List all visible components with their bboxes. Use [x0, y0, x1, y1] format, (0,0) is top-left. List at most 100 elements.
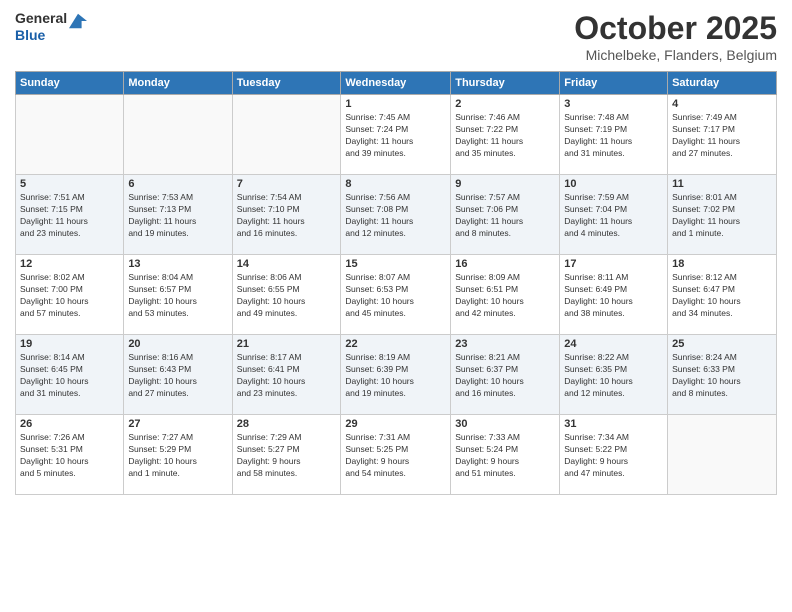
- col-tuesday: Tuesday: [232, 72, 341, 95]
- month-title: October 2025: [574, 10, 777, 47]
- day-info: Sunrise: 7:46 AM Sunset: 7:22 PM Dayligh…: [455, 112, 555, 160]
- day-info: Sunrise: 8:17 AM Sunset: 6:41 PM Dayligh…: [237, 352, 337, 400]
- table-cell: 21 Sunrise: 8:17 AM Sunset: 6:41 PM Dayli…: [232, 335, 341, 415]
- day-number: 13: [128, 258, 227, 270]
- table-cell: [16, 95, 124, 175]
- day-info: Sunrise: 7:51 AM Sunset: 7:15 PM Dayligh…: [20, 192, 119, 240]
- day-number: 16: [455, 258, 555, 270]
- table-cell: 16 Sunrise: 8:09 AM Sunset: 6:51 PM Dayli…: [451, 255, 560, 335]
- day-number: 22: [345, 338, 446, 350]
- day-number: 3: [564, 98, 663, 110]
- day-number: 10: [564, 178, 663, 190]
- logo-icon: [69, 12, 87, 30]
- day-number: 1: [345, 98, 446, 110]
- table-cell: 1 Sunrise: 7:45 AM Sunset: 7:24 PM Daylig…: [341, 95, 451, 175]
- table-cell: 2Sunrise: 7:46 AM Sunset: 7:22 PM Daylig…: [451, 95, 560, 175]
- title-block: October 2025 Michelbeke, Flanders, Belgi…: [574, 10, 777, 63]
- day-number: 12: [20, 258, 119, 270]
- day-info: Sunrise: 8:02 AM Sunset: 7:00 PM Dayligh…: [20, 272, 119, 320]
- table-cell: 13Sunrise: 8:04 AM Sunset: 6:57 PM Dayli…: [124, 255, 232, 335]
- day-info: Sunrise: 8:11 AM Sunset: 6:49 PM Dayligh…: [564, 272, 663, 320]
- day-number: 6: [128, 178, 227, 190]
- table-cell: 25 Sunrise: 8:24 AM Sunset: 6:33 PM Dayli…: [668, 335, 777, 415]
- day-info: Sunrise: 7:59 AM Sunset: 7:04 PM Dayligh…: [564, 192, 663, 240]
- table-cell: 17 Sunrise: 8:11 AM Sunset: 6:49 PM Dayli…: [560, 255, 668, 335]
- table-cell: 10 Sunrise: 7:59 AM Sunset: 7:04 PM Dayli…: [560, 175, 668, 255]
- day-info: Sunrise: 7:48 AM Sunset: 7:19 PM Dayligh…: [564, 112, 663, 160]
- logo: General Blue: [15, 10, 87, 44]
- table-cell: 29 Sunrise: 7:31 AM Sunset: 5:25 PM Dayli…: [341, 415, 451, 495]
- day-info: Sunrise: 7:49 AM Sunset: 7:17 PM Dayligh…: [672, 112, 772, 160]
- table-cell: 15 Sunrise: 8:07 AM Sunset: 6:53 PM Dayli…: [341, 255, 451, 335]
- day-number: 4: [672, 98, 772, 110]
- day-number: 25: [672, 338, 772, 350]
- day-info: Sunrise: 8:01 AM Sunset: 7:02 PM Dayligh…: [672, 192, 772, 240]
- table-cell: 30Sunrise: 7:33 AM Sunset: 5:24 PM Dayli…: [451, 415, 560, 495]
- day-number: 29: [345, 418, 446, 430]
- location: Michelbeke, Flanders, Belgium: [574, 47, 777, 63]
- day-number: 9: [455, 178, 555, 190]
- day-number: 30: [455, 418, 555, 430]
- day-number: 31: [564, 418, 663, 430]
- table-row: 12 Sunrise: 8:02 AM Sunset: 7:00 PM Dayli…: [16, 255, 777, 335]
- day-number: 7: [237, 178, 337, 190]
- table-cell: 4 Sunrise: 7:49 AM Sunset: 7:17 PM Daylig…: [668, 95, 777, 175]
- table-cell: [124, 95, 232, 175]
- day-number: 15: [345, 258, 446, 270]
- table-cell: 11Sunrise: 8:01 AM Sunset: 7:02 PM Dayli…: [668, 175, 777, 255]
- table-cell: 6 Sunrise: 7:53 AM Sunset: 7:13 PM Daylig…: [124, 175, 232, 255]
- table-cell: 14 Sunrise: 8:06 AM Sunset: 6:55 PM Dayli…: [232, 255, 341, 335]
- day-number: 8: [345, 178, 446, 190]
- logo-general-text: General: [15, 10, 67, 27]
- day-info: Sunrise: 8:14 AM Sunset: 6:45 PM Dayligh…: [20, 352, 119, 400]
- day-info: Sunrise: 7:34 AM Sunset: 5:22 PM Dayligh…: [564, 432, 663, 480]
- day-info: Sunrise: 7:27 AM Sunset: 5:29 PM Dayligh…: [128, 432, 227, 480]
- day-info: Sunrise: 8:09 AM Sunset: 6:51 PM Dayligh…: [455, 272, 555, 320]
- day-info: Sunrise: 8:19 AM Sunset: 6:39 PM Dayligh…: [345, 352, 446, 400]
- day-info: Sunrise: 7:31 AM Sunset: 5:25 PM Dayligh…: [345, 432, 446, 480]
- table-cell: 12 Sunrise: 8:02 AM Sunset: 7:00 PM Dayli…: [16, 255, 124, 335]
- table-cell: 8Sunrise: 7:56 AM Sunset: 7:08 PM Daylig…: [341, 175, 451, 255]
- table-row: 1 Sunrise: 7:45 AM Sunset: 7:24 PM Daylig…: [16, 95, 777, 175]
- table-cell: 24Sunrise: 8:22 AM Sunset: 6:35 PM Dayli…: [560, 335, 668, 415]
- day-info: Sunrise: 7:53 AM Sunset: 7:13 PM Dayligh…: [128, 192, 227, 240]
- day-info: Sunrise: 7:29 AM Sunset: 5:27 PM Dayligh…: [237, 432, 337, 480]
- header-row: Sunday Monday Tuesday Wednesday Thursday…: [16, 72, 777, 95]
- day-info: Sunrise: 8:07 AM Sunset: 6:53 PM Dayligh…: [345, 272, 446, 320]
- day-info: Sunrise: 8:21 AM Sunset: 6:37 PM Dayligh…: [455, 352, 555, 400]
- day-number: 20: [128, 338, 227, 350]
- table-cell: 26Sunrise: 7:26 AM Sunset: 5:31 PM Dayli…: [16, 415, 124, 495]
- day-number: 18: [672, 258, 772, 270]
- table-cell: 5Sunrise: 7:51 AM Sunset: 7:15 PM Daylig…: [16, 175, 124, 255]
- table-cell: 27 Sunrise: 7:27 AM Sunset: 5:29 PM Dayli…: [124, 415, 232, 495]
- table-cell: 23 Sunrise: 8:21 AM Sunset: 6:37 PM Dayli…: [451, 335, 560, 415]
- day-number: 14: [237, 258, 337, 270]
- day-number: 23: [455, 338, 555, 350]
- day-number: 26: [20, 418, 119, 430]
- table-cell: 7 Sunrise: 7:54 AM Sunset: 7:10 PM Daylig…: [232, 175, 341, 255]
- day-info: Sunrise: 8:24 AM Sunset: 6:33 PM Dayligh…: [672, 352, 772, 400]
- day-info: Sunrise: 7:45 AM Sunset: 7:24 PM Dayligh…: [345, 112, 446, 160]
- day-number: 27: [128, 418, 227, 430]
- table-row: 19 Sunrise: 8:14 AM Sunset: 6:45 PM Dayli…: [16, 335, 777, 415]
- day-info: Sunrise: 8:06 AM Sunset: 6:55 PM Dayligh…: [237, 272, 337, 320]
- day-info: Sunrise: 7:54 AM Sunset: 7:10 PM Dayligh…: [237, 192, 337, 240]
- day-info: Sunrise: 8:16 AM Sunset: 6:43 PM Dayligh…: [128, 352, 227, 400]
- day-number: 19: [20, 338, 119, 350]
- table-cell: 20 Sunrise: 8:16 AM Sunset: 6:43 PM Dayli…: [124, 335, 232, 415]
- table-cell: 19 Sunrise: 8:14 AM Sunset: 6:45 PM Dayli…: [16, 335, 124, 415]
- day-number: 17: [564, 258, 663, 270]
- day-info: Sunrise: 8:12 AM Sunset: 6:47 PM Dayligh…: [672, 272, 772, 320]
- header: General Blue October 2025 Michelbeke, Fl…: [15, 10, 777, 63]
- page: General Blue October 2025 Michelbeke, Fl…: [0, 0, 792, 612]
- table-cell: 22 Sunrise: 8:19 AM Sunset: 6:39 PM Dayli…: [341, 335, 451, 415]
- day-number: 21: [237, 338, 337, 350]
- col-wednesday: Wednesday: [341, 72, 451, 95]
- day-info: Sunrise: 7:57 AM Sunset: 7:06 PM Dayligh…: [455, 192, 555, 240]
- table-cell: 18 Sunrise: 8:12 AM Sunset: 6:47 PM Dayli…: [668, 255, 777, 335]
- table-cell: 9 Sunrise: 7:57 AM Sunset: 7:06 PM Daylig…: [451, 175, 560, 255]
- table-row: 26Sunrise: 7:26 AM Sunset: 5:31 PM Dayli…: [16, 415, 777, 495]
- col-friday: Friday: [560, 72, 668, 95]
- day-number: 24: [564, 338, 663, 350]
- table-cell: 3 Sunrise: 7:48 AM Sunset: 7:19 PM Daylig…: [560, 95, 668, 175]
